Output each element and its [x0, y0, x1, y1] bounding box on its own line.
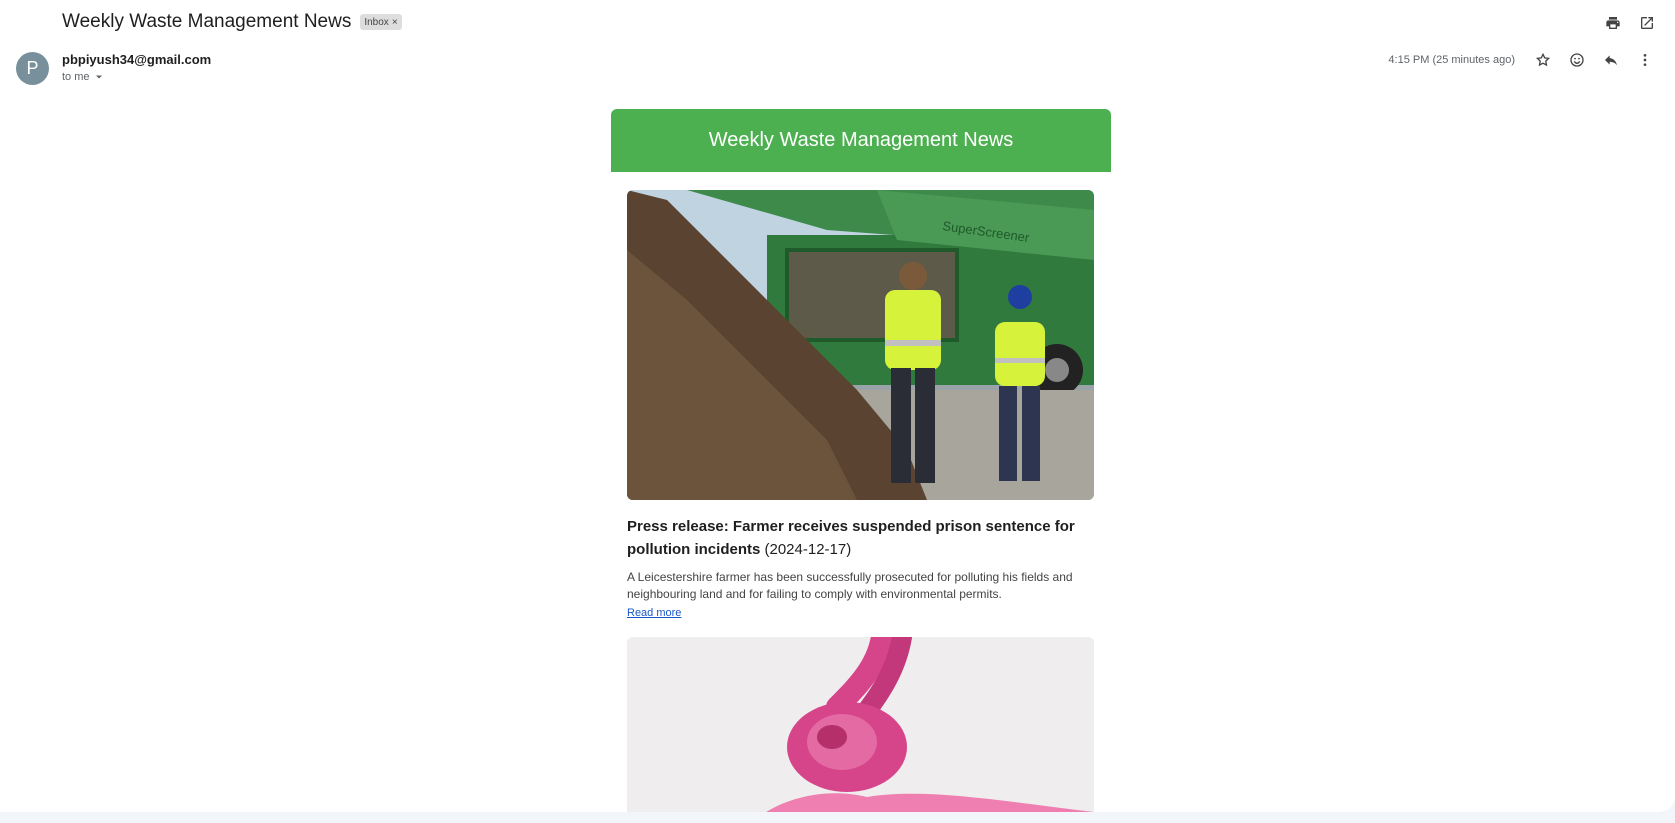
article-summary: A Leicestershire farmer has been success…	[627, 570, 1073, 601]
article-card: SuperScreener Press release: Farmer rece…	[627, 190, 1095, 621]
inbox-label[interactable]: Inbox ×	[360, 14, 402, 30]
read-more-link[interactable]: Read more	[627, 607, 681, 619]
newsletter-banner: Weekly Waste Management News	[611, 109, 1111, 172]
open-in-new-window-icon[interactable]	[1637, 13, 1657, 33]
star-icon[interactable]	[1533, 50, 1553, 70]
reply-icon[interactable]	[1601, 50, 1621, 70]
article-image[interactable]: SuperScreener	[627, 190, 1094, 500]
article-date: (2024-12-17)	[764, 541, 852, 558]
emoji-icon[interactable]	[1567, 50, 1587, 70]
article-headline: Press release: Farmer receives suspended…	[627, 515, 1095, 561]
article-image-2[interactable]	[627, 637, 1094, 812]
print-icon[interactable]	[1603, 13, 1623, 33]
top-actions	[1603, 13, 1657, 33]
email-subject: Weekly Waste Management News	[62, 11, 352, 32]
subject-row: Weekly Waste Management News Inbox ×	[62, 11, 402, 33]
newsletter-body: Weekly Waste Management News SuperScreen…	[611, 109, 1111, 812]
email-view: Weekly Waste Management News Inbox × P p…	[0, 0, 1675, 812]
message-actions: 4:15 PM (25 minutes ago)	[1388, 50, 1655, 70]
article-card-2	[627, 637, 1095, 812]
sender-email[interactable]: pbpiyush34@gmail.com	[62, 52, 211, 67]
sender-avatar[interactable]: P	[16, 52, 49, 85]
recipient-text: to me	[62, 71, 90, 83]
remove-label-icon[interactable]: ×	[392, 17, 398, 28]
message-time: 4:15 PM (25 minutes ago)	[1388, 54, 1515, 66]
inbox-label-text: Inbox	[364, 16, 389, 28]
chevron-down-icon[interactable]	[94, 72, 104, 82]
more-options-icon[interactable]	[1635, 50, 1655, 70]
recipient-details[interactable]: to me	[62, 71, 104, 83]
